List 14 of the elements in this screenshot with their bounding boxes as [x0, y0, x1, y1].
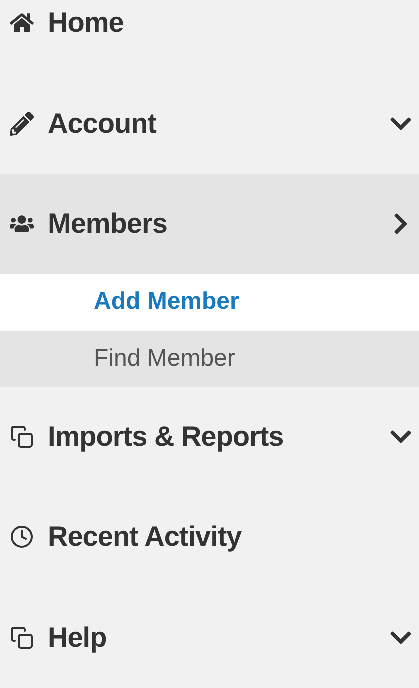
home-icon [10, 11, 34, 36]
submenu-item[interactable]: Find Member [0, 330, 419, 387]
menu-label: Members [48, 208, 168, 240]
documents-icon [10, 626, 34, 650]
menu-label: Recent Activity [48, 521, 243, 554]
menu-item[interactable]: Members [0, 174, 419, 274]
menu-label: Account [48, 108, 158, 140]
submenu-item[interactable]: Add Member [0, 274, 419, 330]
documents-icon [10, 424, 34, 449]
pencil-icon [10, 112, 34, 136]
menu-label: Imports & Reports [48, 420, 285, 453]
menu-label: Home [48, 7, 125, 40]
clock-icon [10, 525, 34, 550]
menu-label: Help [48, 622, 108, 654]
